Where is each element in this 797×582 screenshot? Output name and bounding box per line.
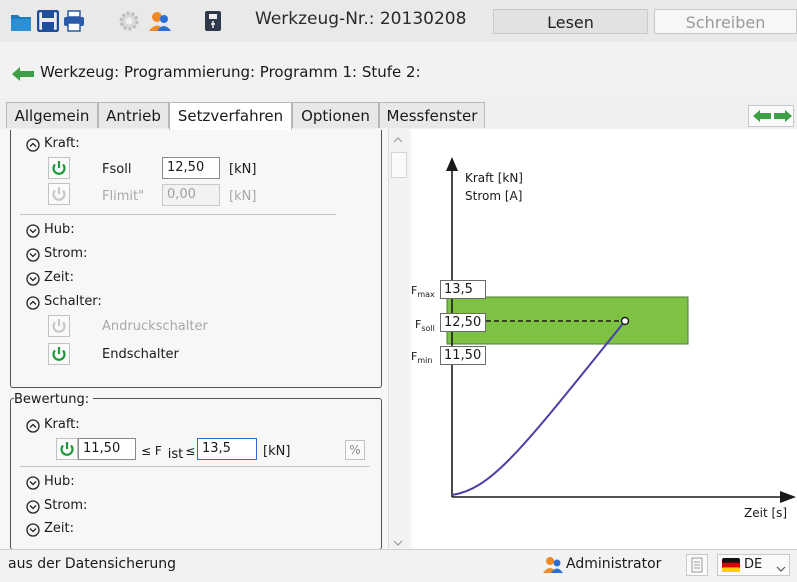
folder-icon[interactable] bbox=[10, 10, 32, 32]
bewertung-power-toggle[interactable] bbox=[56, 438, 78, 460]
scroll-up-icon[interactable] bbox=[393, 133, 403, 148]
y-axis-label-strom: Strom [A] bbox=[465, 189, 523, 203]
vertical-scrollbar[interactable] bbox=[388, 129, 409, 549]
endschalter-toggle[interactable] bbox=[48, 343, 70, 365]
admin-user-icon bbox=[543, 555, 565, 577]
bewertung-zeit-label: Zeit: bbox=[44, 521, 74, 536]
expand-chevron-down-icon[interactable] bbox=[26, 224, 40, 238]
strom-label: Strom: bbox=[44, 246, 88, 261]
collapse-chevron-up-icon[interactable] bbox=[26, 138, 40, 152]
fsoll-label: Fsoll bbox=[102, 162, 132, 177]
usb-icon[interactable] bbox=[202, 10, 224, 32]
fsoll-unit: [kN] bbox=[229, 162, 257, 177]
andruckschalter-toggle[interactable] bbox=[48, 315, 70, 337]
divider bbox=[20, 214, 336, 215]
collapse-chevron-up-icon[interactable] bbox=[26, 419, 40, 433]
y-axis-label-kraft: Kraft [kN] bbox=[465, 171, 523, 185]
tab-antrieb[interactable]: Antrieb bbox=[98, 102, 169, 128]
y-axis-arrow bbox=[446, 157, 458, 171]
tab-optionen[interactable]: Optionen bbox=[292, 102, 379, 128]
flimit-unit: [kN] bbox=[229, 189, 257, 204]
scrollbar-thumb[interactable] bbox=[391, 152, 407, 178]
fsoll-value-box: 12,50 bbox=[440, 313, 486, 332]
expand-chevron-down-icon[interactable] bbox=[26, 272, 40, 286]
x-axis-arrow bbox=[780, 491, 796, 503]
x-axis-label: Zeit [s] bbox=[744, 506, 788, 520]
collapse-chevron-up-icon[interactable] bbox=[26, 296, 40, 310]
save-icon[interactable] bbox=[36, 9, 60, 33]
endschalter-label: Endschalter bbox=[102, 347, 179, 362]
bewertung-hub-label: Hub: bbox=[44, 474, 75, 489]
comparison-operator: ≤ Fist ≤ bbox=[141, 444, 196, 462]
hub-label: Hub: bbox=[44, 222, 75, 237]
fsoll-chart-label: Fsoll bbox=[415, 318, 435, 334]
tab-allgemein[interactable]: Allgemein bbox=[6, 102, 98, 128]
divider bbox=[20, 466, 370, 467]
expand-chevron-down-icon[interactable] bbox=[26, 523, 40, 537]
toolbar: Werkzeug-Nr.: 20130208 Lesen Schreiben bbox=[0, 0, 797, 42]
tab-messfenster[interactable]: Messfenster bbox=[379, 102, 485, 128]
fist-max-input[interactable]: 13,5 bbox=[197, 438, 257, 460]
back-arrow-icon[interactable] bbox=[11, 66, 34, 81]
expand-chevron-down-icon[interactable] bbox=[26, 476, 40, 490]
target-point bbox=[620, 316, 630, 326]
fmax-label: Fmax bbox=[411, 284, 435, 300]
fmin-value-box: 11,50 bbox=[440, 346, 486, 365]
percent-toggle-button[interactable]: % bbox=[345, 440, 365, 460]
breadcrumb: Werkzeug: Programmierung: Programm 1: St… bbox=[40, 63, 421, 81]
bewertung-legend: Bewertung: bbox=[14, 392, 94, 407]
expand-chevron-down-icon[interactable] bbox=[26, 248, 40, 262]
zeit-label: Zeit: bbox=[44, 270, 74, 285]
fsoll-power-toggle[interactable] bbox=[48, 157, 70, 179]
user-name: Administrator bbox=[566, 556, 662, 572]
status-message: aus der Datensicherung bbox=[8, 556, 176, 572]
bewertung-kraft-label: Kraft: bbox=[44, 417, 80, 432]
print-icon[interactable] bbox=[63, 10, 85, 32]
flimit-input[interactable]: 0,00 bbox=[162, 184, 220, 206]
keyboard-icon[interactable] bbox=[686, 554, 708, 576]
fsoll-input[interactable]: 12,50 bbox=[162, 157, 220, 179]
german-flag-icon bbox=[722, 558, 740, 579]
schalter-label: Schalter: bbox=[44, 294, 102, 309]
tab-setzverfahren[interactable]: Setzverfahren bbox=[169, 102, 292, 130]
bewertung-unit: [kN] bbox=[263, 444, 291, 459]
tab-navigation bbox=[748, 105, 794, 127]
read-button[interactable]: Lesen bbox=[493, 9, 648, 34]
language-select[interactable]: DE bbox=[717, 554, 790, 576]
andruckschalter-label: Andruckschalter bbox=[102, 319, 208, 334]
bewertung-strom-label: Strom: bbox=[44, 498, 88, 513]
settings-icon[interactable] bbox=[118, 10, 140, 32]
kraft-label: Kraft: bbox=[44, 136, 80, 151]
flimit-power-toggle[interactable] bbox=[48, 183, 70, 205]
fist-min-input[interactable]: 11,50 bbox=[78, 438, 136, 460]
language-label: DE bbox=[744, 557, 763, 572]
fmax-value-box: 13,5 bbox=[440, 280, 486, 299]
tool-number-title: Werkzeug-Nr.: 20130208 bbox=[255, 9, 467, 29]
expand-chevron-down-icon[interactable] bbox=[26, 500, 40, 514]
write-button[interactable]: Schreiben bbox=[654, 9, 797, 34]
fmin-label: Fmin bbox=[411, 350, 433, 366]
chevron-down-icon bbox=[776, 560, 786, 580]
user-icon[interactable] bbox=[148, 10, 171, 32]
flimit-label: Flimit" bbox=[102, 189, 145, 204]
arrow-left-icon[interactable] bbox=[752, 109, 772, 127]
arrow-right-icon[interactable] bbox=[773, 109, 793, 127]
